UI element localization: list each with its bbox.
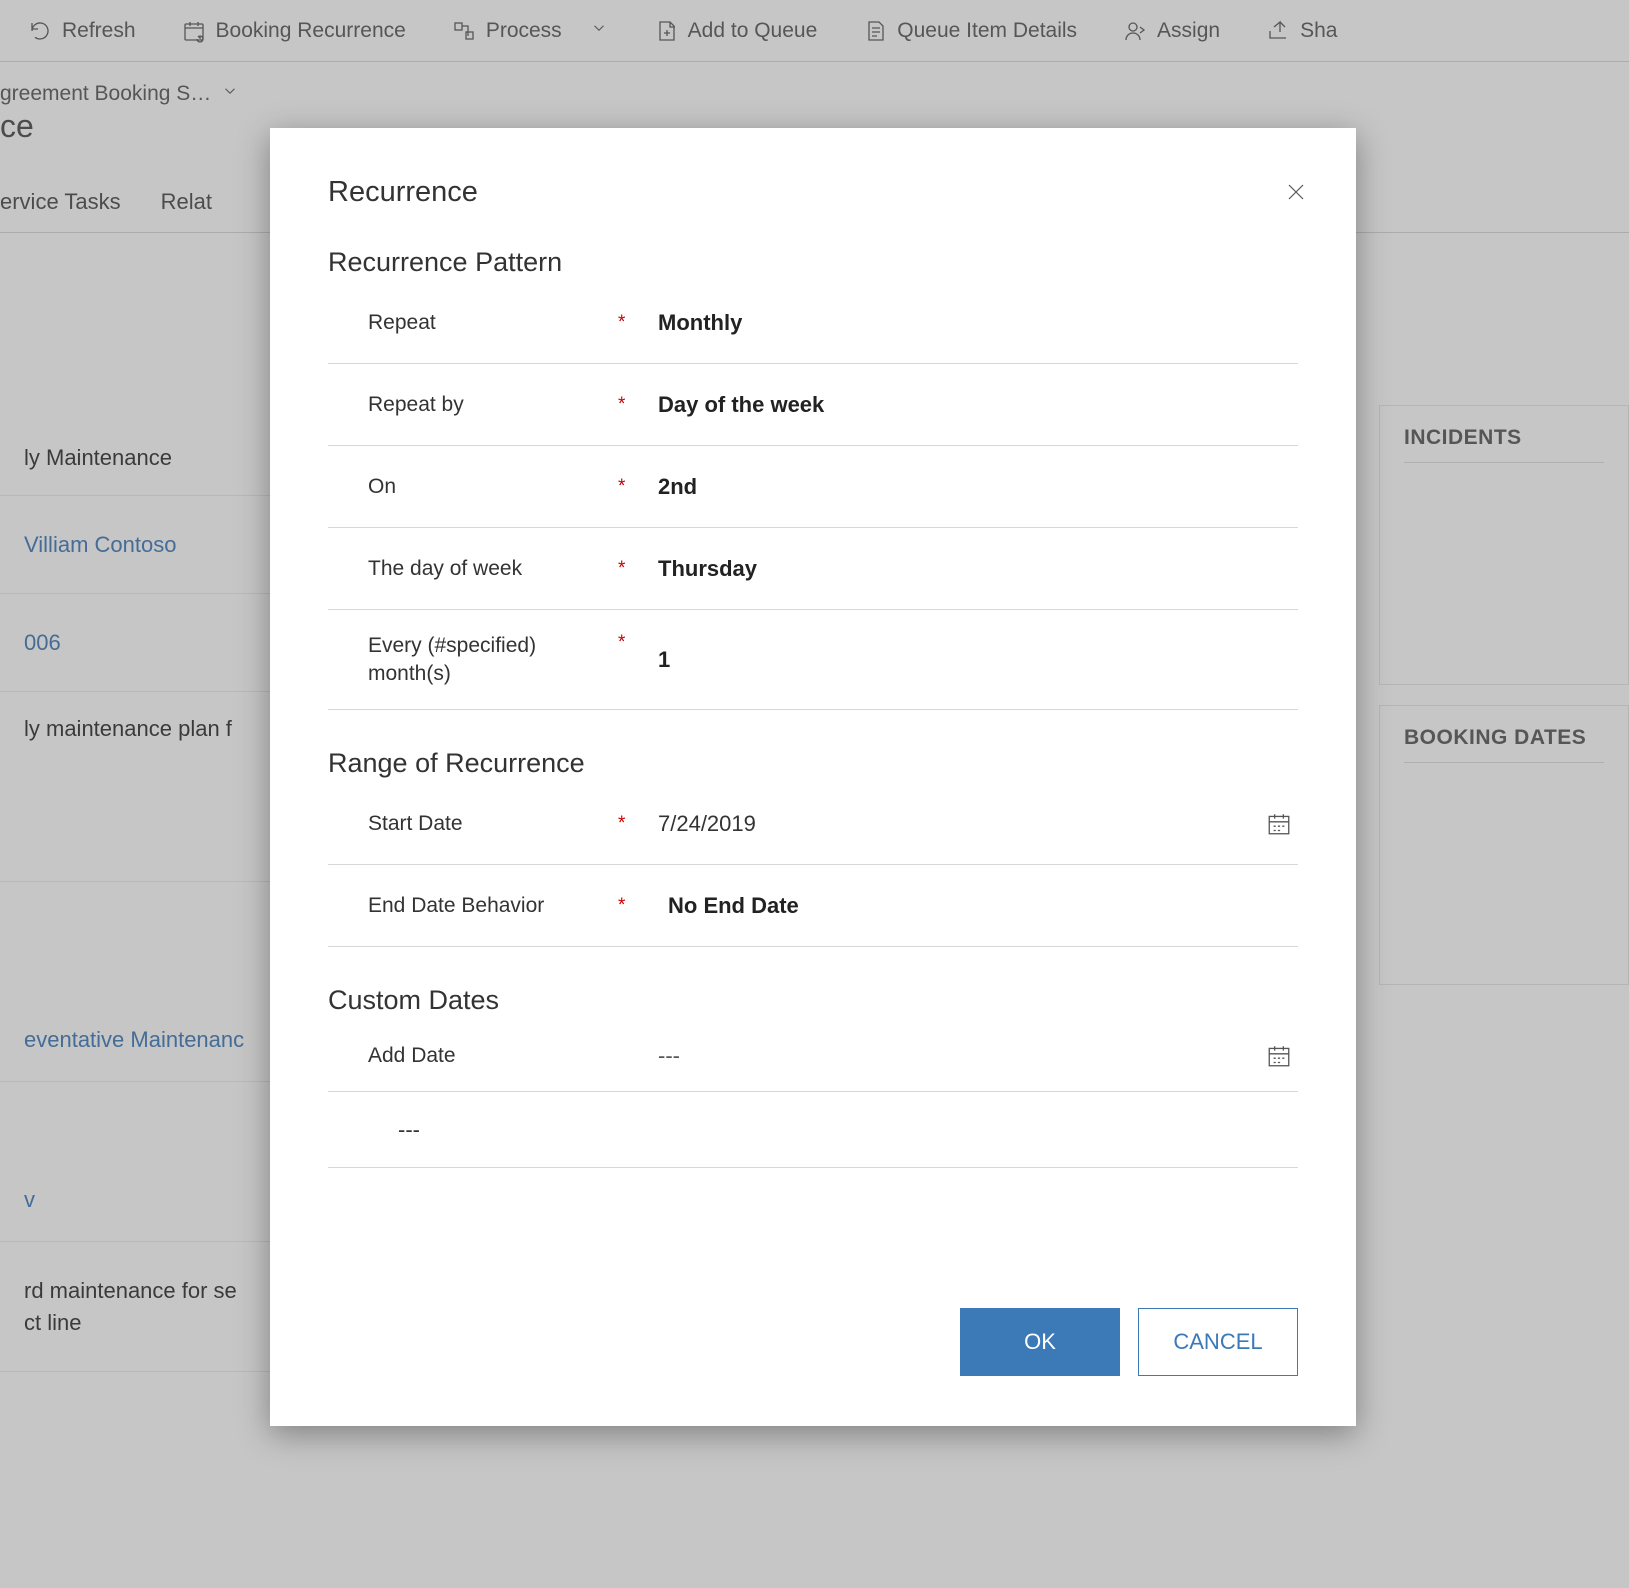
section-custom: Custom Dates xyxy=(328,985,1298,1016)
on-row[interactable]: On * 2nd xyxy=(328,446,1298,528)
section-range: Range of Recurrence xyxy=(328,748,1298,779)
every-months-row[interactable]: Every (#specified) month(s) * 1 xyxy=(328,610,1298,710)
add-date-row[interactable]: Add Date --- xyxy=(328,1020,1298,1092)
calendar-icon[interactable] xyxy=(1266,811,1292,837)
required-mark: * xyxy=(618,558,658,580)
calendar-icon[interactable] xyxy=(1266,1043,1292,1069)
ok-label: OK xyxy=(1024,1329,1056,1355)
add-date-label: Add Date xyxy=(368,1042,618,1069)
repeat-by-label: Repeat by xyxy=(368,391,618,418)
start-date-row[interactable]: Start Date * 7/24/2019 xyxy=(328,783,1298,865)
day-of-week-row[interactable]: The day of week * Thursday xyxy=(328,528,1298,610)
end-date-behavior-row[interactable]: End Date Behavior * No End Date xyxy=(328,865,1298,947)
end-date-behavior-label: End Date Behavior xyxy=(368,892,618,919)
cancel-label: CANCEL xyxy=(1173,1329,1262,1355)
required-mark: * xyxy=(618,813,658,835)
custom-date-item[interactable]: --- xyxy=(328,1092,1298,1168)
add-date-value: --- xyxy=(658,1043,1266,1069)
every-months-label: Every (#specified) month(s) xyxy=(368,632,618,687)
day-of-week-value: Thursday xyxy=(658,556,1298,582)
repeat-label: Repeat xyxy=(368,309,618,336)
recurrence-modal: Recurrence Recurrence Pattern Repeat * M… xyxy=(270,128,1356,1426)
repeat-by-row[interactable]: Repeat by * Day of the week xyxy=(328,364,1298,446)
section-pattern: Recurrence Pattern xyxy=(328,247,1298,278)
repeat-value: Monthly xyxy=(658,310,1298,336)
required-mark: * xyxy=(618,312,658,334)
custom-date-value: --- xyxy=(398,1117,420,1143)
day-of-week-label: The day of week xyxy=(368,555,618,582)
start-date-label: Start Date xyxy=(368,810,618,837)
modal-footer: OK CANCEL xyxy=(328,1308,1298,1396)
repeat-by-value: Day of the week xyxy=(658,392,1298,418)
every-months-value: 1 xyxy=(658,647,1298,673)
required-mark: * xyxy=(618,632,658,654)
start-date-value: 7/24/2019 xyxy=(658,811,1266,837)
cancel-button[interactable]: CANCEL xyxy=(1138,1308,1298,1376)
required-mark: * xyxy=(618,895,658,917)
close-button[interactable] xyxy=(1284,180,1308,204)
on-label: On xyxy=(368,473,618,500)
end-date-behavior-value: No End Date xyxy=(658,893,1298,919)
ok-button[interactable]: OK xyxy=(960,1308,1120,1376)
modal-title: Recurrence xyxy=(328,176,1298,209)
required-mark: * xyxy=(618,476,658,498)
repeat-row[interactable]: Repeat * Monthly xyxy=(328,282,1298,364)
required-mark: * xyxy=(618,394,658,416)
on-value: 2nd xyxy=(658,474,1298,500)
